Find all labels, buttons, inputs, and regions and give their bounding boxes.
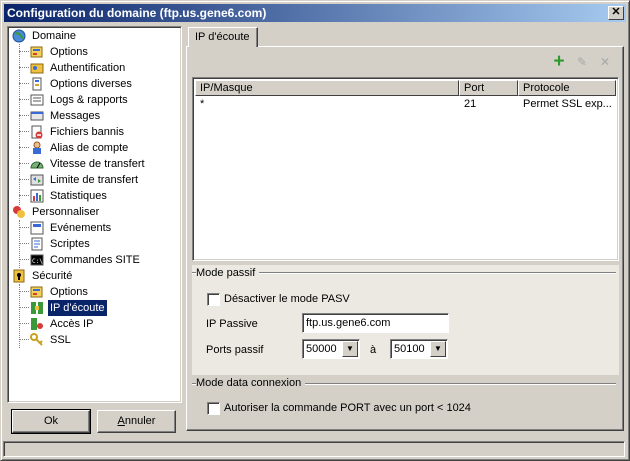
cell-ip: * <box>200 98 205 110</box>
cancel-button[interactable]: Annuler <box>97 410 176 433</box>
allow-port-label: Autoriser la commande PORT avec un port … <box>224 402 471 414</box>
dataconn-group-title: Mode data connexion <box>196 376 306 390</box>
customize-icon <box>13 206 25 218</box>
svg-text:C:\: C:\ <box>32 258 43 265</box>
options-icon <box>30 46 43 58</box>
passive-group-title: Mode passif <box>196 266 260 280</box>
events-icon <box>30 221 44 235</box>
site-commands-icon: C:\ <box>30 254 44 266</box>
disable-pasv-label: Désactiver le mode PASV <box>224 293 350 305</box>
listen-ip-icon <box>31 302 43 314</box>
chevron-down-icon[interactable]: ▼ <box>430 341 446 357</box>
logs-icon <box>30 94 44 106</box>
misc-options-icon <box>32 77 42 91</box>
close-icon: ✕ <box>611 6 621 18</box>
transfer-limit-icon <box>30 174 44 186</box>
statistics-icon <box>30 189 44 203</box>
passive-ip-label: IP Passive <box>206 318 258 330</box>
port-to-select[interactable]: 50100 ▼ <box>390 339 448 359</box>
tab-ip-ecoute[interactable]: IP d'écoute <box>188 27 258 47</box>
scripts-icon <box>31 237 43 251</box>
security-icon <box>13 269 25 283</box>
ip-listview[interactable]: IP/Masque Port Protocole * 21 Permet SSL… <box>192 77 619 261</box>
column-header-port[interactable]: Port <box>459 80 518 96</box>
edit-icon[interactable]: ✎ <box>574 54 590 70</box>
port-from-select[interactable]: 50000 ▼ <box>302 339 360 359</box>
authentication-icon <box>30 63 44 74</box>
title-bar[interactable]: Configuration du domaine (ftp.us.gene6.c… <box>4 4 626 22</box>
allow-port-checkbox[interactable] <box>207 402 220 415</box>
ip-access-icon <box>31 318 43 330</box>
messages-icon <box>30 111 44 121</box>
column-header-protocol[interactable]: Protocole <box>518 80 616 96</box>
passive-ip-input[interactable]: ftp.us.gene6.com <box>302 313 449 333</box>
passive-ports-label: Ports passif <box>206 344 264 356</box>
window-title: Configuration du domaine (ftp.us.gene6.c… <box>7 6 267 20</box>
account-alias-icon <box>33 141 41 154</box>
column-header-ip[interactable]: IP/Masque <box>195 80 459 96</box>
ssl-key-icon <box>30 333 43 346</box>
banned-files-icon <box>31 125 43 139</box>
status-bar <box>3 441 625 457</box>
chevron-down-icon[interactable]: ▼ <box>342 341 358 357</box>
domain-globe-icon <box>12 29 26 43</box>
navigation-tree[interactable]: Domaine Options Authentification Options… <box>7 26 182 403</box>
ok-button[interactable]: Ok <box>11 409 91 434</box>
cell-protocol: Permet SSL exp... <box>523 98 612 110</box>
delete-icon[interactable]: ✕ <box>597 54 613 70</box>
close-button[interactable]: ✕ <box>608 6 624 20</box>
add-icon[interactable]: + <box>551 52 567 71</box>
to-label: à <box>370 344 377 356</box>
disable-pasv-checkbox[interactable] <box>207 293 220 306</box>
security-options-icon <box>30 286 43 298</box>
cell-port: 21 <box>464 98 477 110</box>
transfer-speed-icon <box>30 161 44 169</box>
